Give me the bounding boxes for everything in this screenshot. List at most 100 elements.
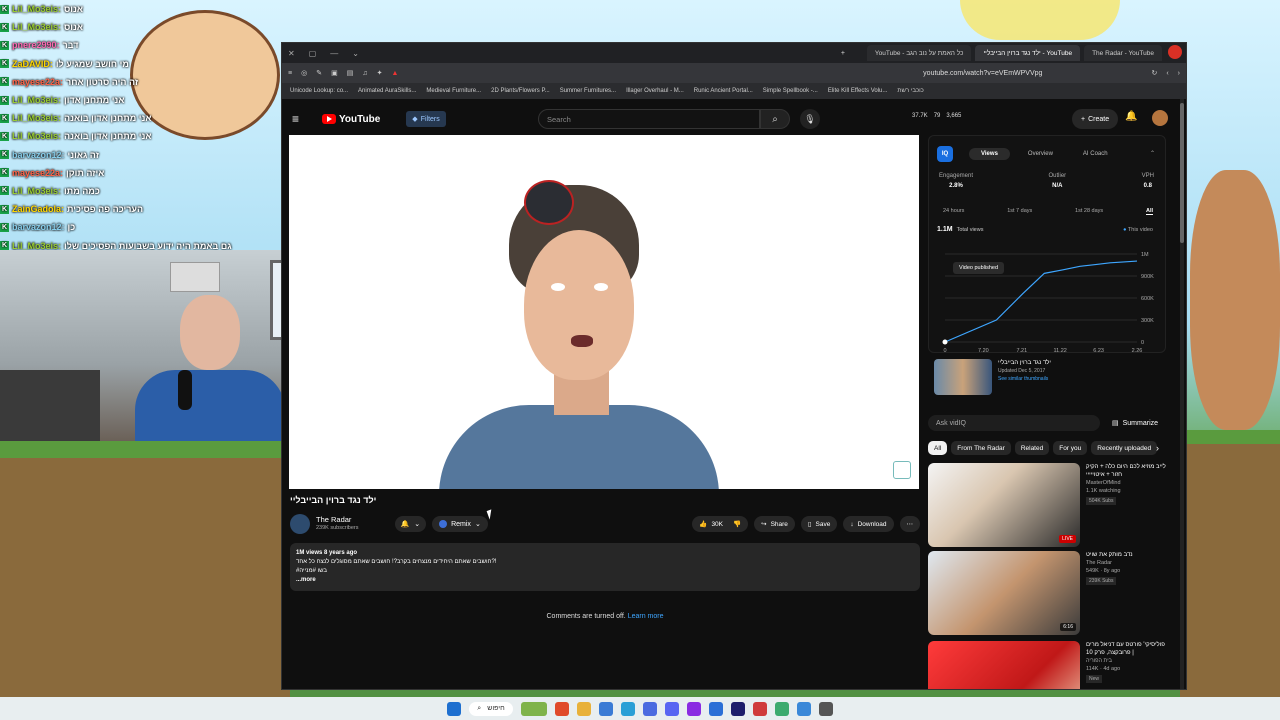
video-channel[interactable]: בית הפוריה bbox=[1086, 657, 1166, 665]
tab-3[interactable]: The Radar - YouTube bbox=[1084, 45, 1162, 61]
scrollbar-thumb[interactable] bbox=[1180, 103, 1184, 243]
chat-username[interactable]: Lil_Mo3eis: bbox=[12, 22, 61, 32]
music-icon[interactable]: ♫ bbox=[362, 70, 367, 77]
share-button[interactable]: ↪ Share bbox=[754, 516, 795, 532]
recommended-video[interactable]: 6:16 נדב מותק את שויט The Radar 549K · 8y a… bbox=[928, 551, 1166, 635]
vscode-icon[interactable] bbox=[642, 701, 657, 716]
ask-vidiq-input[interactable]: Ask vidIQ bbox=[928, 415, 1100, 431]
bookmark-item[interactable]: כוכבי רשת bbox=[897, 88, 923, 94]
save-button[interactable]: ▯ Save bbox=[800, 516, 838, 532]
create-button[interactable]: + Create bbox=[1072, 109, 1119, 129]
video-thumbnail[interactable]: 6:16 bbox=[928, 551, 1080, 635]
recommended-video[interactable]: LIVE לייב מוזיא לכם היום כלה + הקיק חזור … bbox=[928, 463, 1166, 547]
description-hashtags[interactable]: #בשו #מנייה bbox=[296, 567, 914, 576]
video-title[interactable]: פוליסיקי' פורטס עם דניאל מרים | פרובקצה,… bbox=[1086, 641, 1166, 657]
like-button[interactable]: 👍 30K 👎 bbox=[692, 516, 749, 532]
file-explorer-icon[interactable] bbox=[576, 701, 591, 716]
period-option[interactable]: All bbox=[1145, 208, 1153, 215]
thumbs-down-icon[interactable]: 👎 bbox=[733, 520, 741, 528]
video-title[interactable]: נדב מותק את שויט bbox=[1086, 551, 1133, 559]
notifications-icon[interactable]: 🔔 bbox=[1125, 111, 1137, 122]
puzzle-icon[interactable]: ✦ bbox=[377, 69, 383, 77]
reload-icon[interactable]: ↻ bbox=[1151, 69, 1157, 77]
vidiq-tab[interactable]: Overview bbox=[1016, 148, 1065, 160]
brave-icon[interactable] bbox=[554, 701, 569, 716]
terminal-icon[interactable] bbox=[774, 701, 789, 716]
shield-icon[interactable]: ◎ bbox=[301, 69, 307, 77]
bookmark-item[interactable]: Medieval Furniture... bbox=[426, 88, 481, 94]
filter-chip[interactable]: Recently uploaded bbox=[1091, 441, 1158, 455]
bookmark-item[interactable]: Animated AuraSkills... bbox=[358, 88, 416, 94]
screenshot-icon[interactable]: ▣ bbox=[331, 69, 338, 77]
thumbnail-preview[interactable]: ילד נגד ברוין הבייבליי Updated Dec 5, 20… bbox=[934, 359, 1154, 399]
period-option[interactable]: 1st 7 days bbox=[1007, 208, 1032, 215]
period-option[interactable]: 1st 28 days bbox=[1075, 208, 1103, 215]
windows-start-icon[interactable] bbox=[447, 701, 462, 716]
close-window-icon[interactable]: ✕ bbox=[288, 49, 295, 58]
period-option[interactable]: 24 hours bbox=[943, 208, 964, 215]
search-input[interactable]: Search bbox=[538, 109, 760, 129]
pen-icon[interactable]: ✎ bbox=[316, 69, 322, 77]
avatar[interactable] bbox=[1152, 110, 1168, 126]
edge-icon[interactable] bbox=[796, 701, 811, 716]
chat-username[interactable]: ZainGadola: bbox=[12, 204, 64, 214]
description-box[interactable]: 1M views 8 years ago חושבים שאתם היחידים… bbox=[290, 543, 920, 591]
taskbar-search[interactable]: ⌕ חיפוש bbox=[469, 701, 513, 716]
chevron-down-icon[interactable]: ⌄ bbox=[352, 49, 359, 58]
filter-chip[interactable]: Related bbox=[1014, 441, 1050, 455]
chat-username[interactable]: barvazon12: bbox=[12, 150, 65, 160]
total-views[interactable]: 1.1M Total views bbox=[937, 226, 983, 233]
remix-button[interactable]: Remix ⌄ bbox=[432, 516, 488, 532]
summarize-button[interactable]: ▤ Summarize bbox=[1112, 419, 1158, 428]
video-player[interactable] bbox=[289, 135, 919, 489]
chat-username[interactable]: Lil_Mo3eis: bbox=[12, 131, 61, 141]
scrollbar[interactable] bbox=[1180, 99, 1184, 689]
filters-button[interactable]: ◆ Filters bbox=[406, 111, 446, 127]
similar-thumbnails-link[interactable]: See similar thumbnails bbox=[998, 376, 1048, 382]
minimize-icon[interactable]: — bbox=[330, 49, 338, 58]
chat-username[interactable]: Lil_Mo3eis: bbox=[12, 186, 61, 196]
filter-chip[interactable]: For you bbox=[1053, 441, 1088, 455]
subscribed-button[interactable]: 🔔 ⌄ bbox=[394, 516, 427, 532]
publish-point[interactable] bbox=[942, 339, 948, 345]
chat-username[interactable]: barvazon12: bbox=[12, 222, 65, 232]
tab-list-icon[interactable]: ▢ bbox=[309, 49, 317, 58]
bookmark-item[interactable]: Elite Kill Effects Volu... bbox=[828, 88, 888, 94]
hamburger-icon[interactable]: ≡ bbox=[292, 112, 310, 126]
widget-icon[interactable] bbox=[520, 701, 547, 716]
url-field[interactable]: youtube.com/watch?v=eVEmWPVVpg bbox=[923, 70, 1042, 77]
youtube-logo[interactable]: YouTube bbox=[322, 114, 380, 125]
chevron-right-icon[interactable]: › bbox=[1156, 443, 1159, 453]
chrome-icon[interactable] bbox=[752, 701, 767, 716]
bookmark-item[interactable]: Unicode Lookup: co... bbox=[290, 88, 348, 94]
chat-username[interactable]: pnere2990: bbox=[12, 40, 60, 50]
tab-2[interactable]: ילד נגד ברוין הבייבליי - YouTube bbox=[975, 45, 1081, 61]
more-actions-button[interactable]: ⋯ bbox=[899, 516, 920, 532]
back-icon[interactable]: ‹ bbox=[1166, 70, 1168, 77]
chat-username[interactable]: Lil_Mo3eis: bbox=[12, 4, 61, 14]
download-button[interactable]: ↓ Download bbox=[843, 516, 894, 532]
premiere-icon[interactable] bbox=[686, 701, 701, 716]
new-tab-icon[interactable]: + bbox=[841, 50, 845, 57]
app-icon[interactable] bbox=[620, 701, 635, 716]
search-button[interactable]: ⌕ bbox=[760, 109, 790, 129]
bookmark-item[interactable]: Illager Overhaul - M... bbox=[626, 88, 684, 94]
chat-username[interactable]: mayese22a: bbox=[12, 168, 63, 178]
filter-chip[interactable]: From The Radar bbox=[951, 441, 1011, 455]
video-channel[interactable]: MasterOfMind bbox=[1086, 479, 1166, 487]
tabs-icon[interactable]: ▤ bbox=[347, 69, 354, 77]
show-more-link[interactable]: ...more bbox=[296, 576, 914, 585]
task-view-icon[interactable] bbox=[818, 701, 833, 716]
filter-chip[interactable]: All bbox=[928, 441, 948, 455]
chat-username[interactable]: Lil_Mo3eis: bbox=[12, 95, 61, 105]
bookmark-item[interactable]: Summer Furnitures... bbox=[560, 88, 616, 94]
chat-username[interactable]: ZaDAVID: bbox=[12, 59, 53, 69]
bookmark-item[interactable]: 2D Plants/Flowers P... bbox=[491, 88, 550, 94]
chevron-up-icon[interactable]: ⌃ bbox=[1150, 150, 1155, 157]
chat-username[interactable]: mayese22a: bbox=[12, 77, 63, 87]
menu-icon[interactable]: ≡ bbox=[288, 70, 292, 77]
voice-search-button[interactable]: 🎙 bbox=[800, 109, 820, 129]
video-thumbnail[interactable] bbox=[928, 641, 1080, 689]
forward-icon[interactable]: › bbox=[1178, 70, 1180, 77]
vidiq-tab[interactable]: AI Coach bbox=[1071, 148, 1120, 160]
